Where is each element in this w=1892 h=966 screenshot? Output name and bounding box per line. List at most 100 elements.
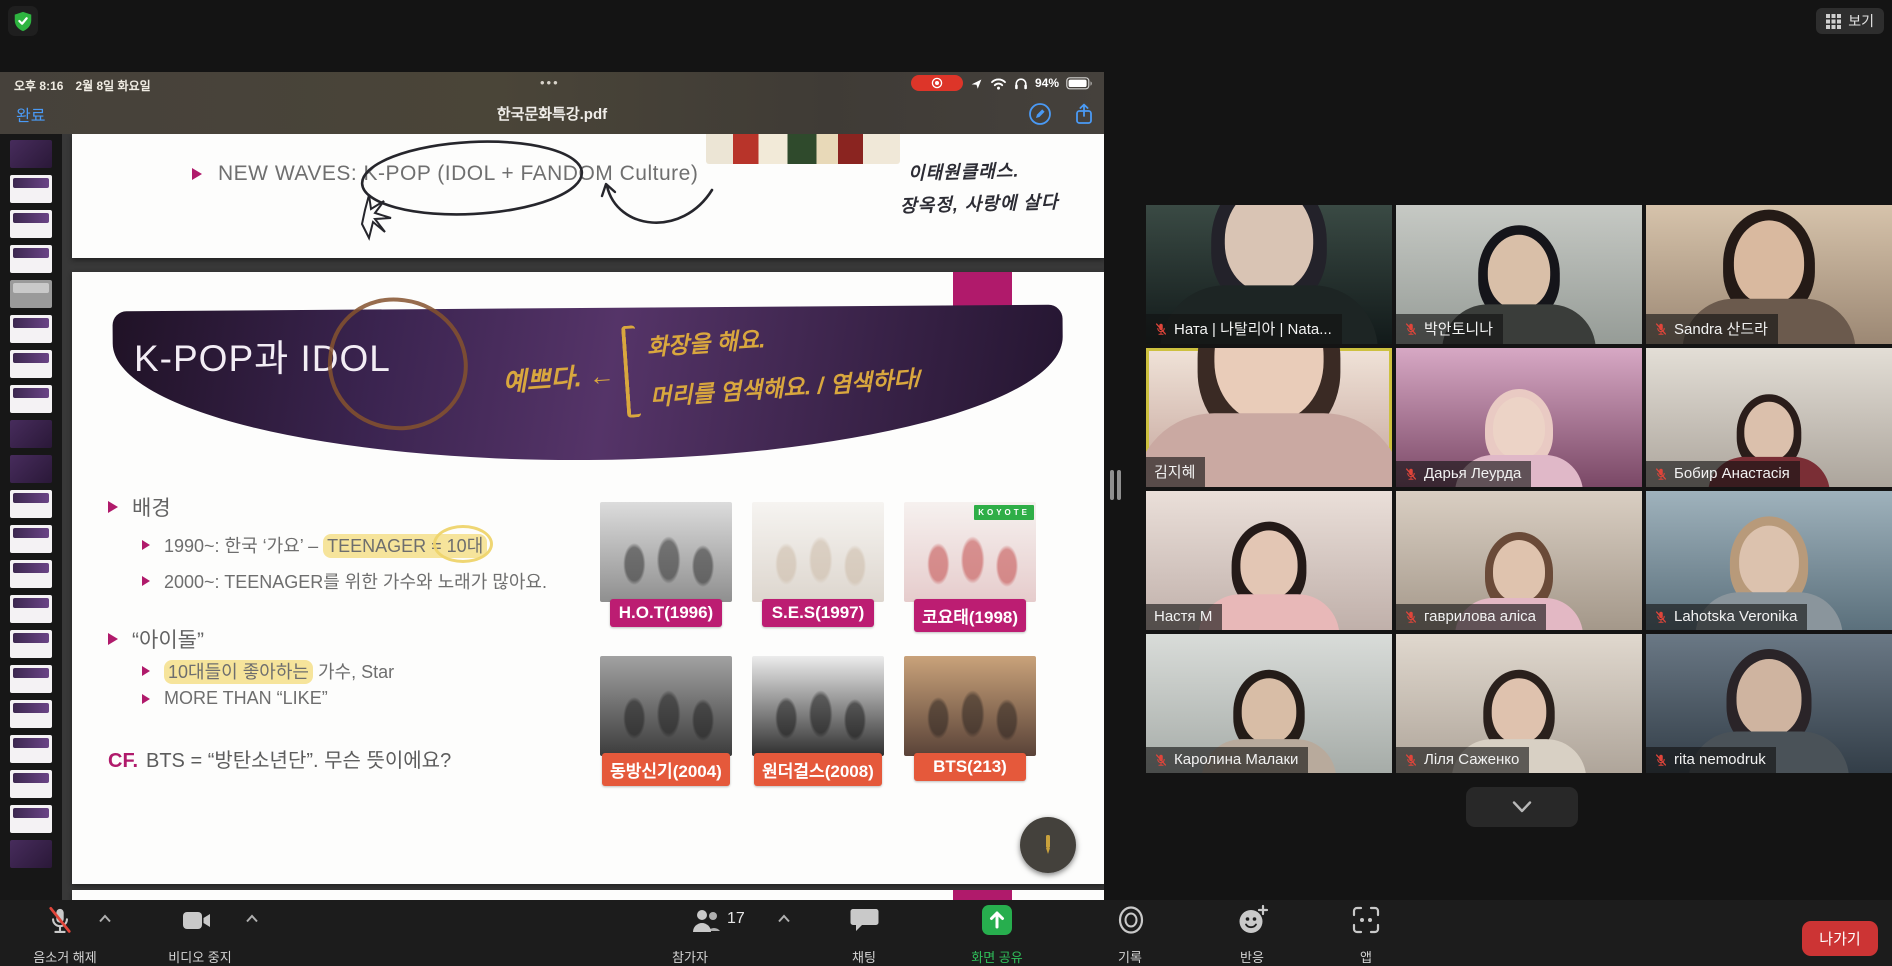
participant-name-badge: Настя M	[1146, 604, 1223, 630]
slide-thumbnail	[10, 140, 52, 168]
participant-video-tile[interactable]: Ната | 나탈리아 | Nata...	[1146, 205, 1392, 344]
participants-label[interactable]: 참가자	[620, 947, 760, 966]
participant-name: гаврилова аліса	[1424, 608, 1537, 625]
record-label[interactable]: 기록	[1060, 947, 1200, 966]
silhouette-head	[1240, 530, 1298, 599]
album-photo: KOYOTE	[904, 502, 1036, 602]
participants-caret[interactable]	[777, 914, 791, 923]
slide-thumbnail	[10, 315, 52, 343]
share-screen-label[interactable]: 화면 공유	[927, 947, 1067, 966]
silhouette-head	[1487, 234, 1551, 310]
reactions-icon[interactable]	[1238, 904, 1270, 936]
participant-video-tile[interactable]: rita nemodruk	[1646, 634, 1892, 773]
album-bts: BTS(213)	[904, 656, 1036, 786]
battery-percentage: 94%	[1034, 76, 1059, 90]
album-grid: H.O.T(1996) S.E.S(1997) KOYOTE 코요태(1998)	[600, 502, 1036, 786]
participant-name: 박안토니나	[1424, 321, 1494, 338]
status-icons: 94%	[910, 75, 1094, 91]
participant-video-tile[interactable]: 김지혜	[1146, 348, 1392, 487]
participants-icon[interactable]	[690, 906, 722, 936]
album-label: 코요태(1998)	[913, 599, 1027, 632]
silhouette-head	[1491, 678, 1547, 744]
slide-thumbnail	[10, 560, 52, 588]
chat-label[interactable]: 채팅	[794, 947, 934, 966]
unmute-label[interactable]: 음소거 해제	[0, 947, 135, 966]
album-label: 원더걸스(2008)	[754, 753, 882, 786]
bullet-arrow-icon	[108, 501, 118, 513]
participant-name-badge: rita nemodruk	[1646, 747, 1776, 773]
silhouette-head	[1736, 659, 1802, 737]
wifi-icon	[991, 78, 1006, 90]
battery-icon	[1066, 76, 1092, 89]
shared-screen-region: 오후 8:16 2월 8일 화요일 ••• 94% 완료 한국문화특강.pdf …	[0, 72, 1104, 900]
shield-check-icon	[14, 11, 32, 32]
muted-mic-icon	[1655, 753, 1667, 766]
stop-video-icon[interactable]	[182, 910, 212, 931]
slide-thumbnail	[10, 245, 52, 273]
more-participants-button[interactable]	[1466, 787, 1578, 827]
muted-mic-icon	[1155, 322, 1167, 335]
panel-drag-handle[interactable]	[1110, 470, 1121, 500]
pdf-page-area: NEW WAVES: K-POP (IDOL + FANDOM Culture)…	[72, 134, 1104, 900]
participant-video-tile[interactable]: Lahotska Veronika	[1646, 491, 1892, 630]
silhouette-head	[1224, 205, 1314, 293]
highlighted-text: 10대들이 좋아하는	[164, 660, 313, 684]
muted-mic-icon	[1655, 322, 1667, 335]
stop-video-label[interactable]: 비디오 중지	[130, 947, 270, 966]
slide-thumbnail	[10, 665, 52, 693]
security-shield-icon[interactable]	[8, 6, 38, 36]
koyote-banner: KOYOTE	[974, 505, 1034, 520]
apps-label[interactable]: 앱	[1296, 947, 1436, 966]
location-icon	[971, 78, 982, 89]
slide-thumbnail	[10, 210, 52, 238]
record-icon[interactable]	[1116, 905, 1146, 935]
status-menu-dots: •••	[540, 75, 560, 90]
leave-meeting-button[interactable]: 나가기	[1802, 921, 1878, 956]
participant-name: Sandra 산드라	[1674, 321, 1768, 338]
pdf-title-bar: 완료 한국문화특강.pdf	[0, 94, 1104, 134]
participant-video-tile[interactable]: Дарья Леурда	[1396, 348, 1642, 487]
participant-name-badge: Ліля Саженко	[1396, 747, 1530, 773]
slide-thumbnail	[10, 735, 52, 763]
zoom-toolbar: 음소거 해제 비디오 중지 17 참가자 채팅 화면 공유 기록 반응 앱 나가…	[0, 900, 1892, 966]
bullet-arrow-icon	[108, 633, 118, 645]
participant-name-badge: гаврилова аліса	[1396, 604, 1547, 630]
slide-thumbnail	[10, 700, 52, 728]
silhouette-head	[1739, 525, 1799, 597]
participant-video-tile[interactable]: Каролина Малаки	[1146, 634, 1392, 773]
bullet-text: “아이돌”	[132, 629, 204, 652]
unmute-mic-icon[interactable]	[46, 906, 74, 936]
slide-next-fragment	[72, 890, 1104, 900]
chat-icon[interactable]	[850, 907, 879, 935]
slide-thumbnail-rail	[0, 134, 62, 900]
cf-text: CF. BTS = “방탄소년단”. 무슨 뜻이에요?	[108, 750, 452, 772]
apps-icon[interactable]	[1352, 906, 1380, 934]
bullet-text: 2000~: TEENAGER를 위한 가수와 노래가 많아요.	[164, 572, 547, 592]
bullet-text: 10대들이 좋아하는 가수, Star	[164, 658, 394, 684]
participant-video-tile[interactable]: Sandra 산드라	[1646, 205, 1892, 344]
bullet-heading-2: “아이돌”	[108, 624, 204, 654]
participant-video-tile[interactable]: гаврилова аліса	[1396, 491, 1642, 630]
bullet-arrow-icon	[192, 168, 202, 180]
bullet-text: MORE THAN “LIKE”	[164, 688, 328, 708]
chevron-down-icon	[1512, 801, 1532, 813]
slide-main: K-POP과 IDOL 예쁘다. ← 화장을 해요. 머리를 염색해요. / 염…	[72, 272, 1104, 884]
screen-recording-pill	[910, 75, 963, 91]
view-button[interactable]: 보기	[1816, 8, 1884, 34]
share-screen-icon[interactable]	[981, 904, 1013, 936]
slide-thumbnail	[10, 595, 52, 623]
pdf-viewer-body: NEW WAVES: K-POP (IDOL + FANDOM Culture)…	[0, 134, 1104, 900]
participant-name-badge: Бобир Анастасія	[1646, 461, 1800, 487]
silhouette-head	[1493, 540, 1545, 602]
participant-video-tile[interactable]: Настя M	[1146, 491, 1392, 630]
participant-video-tile[interactable]: Ліля Саженко	[1396, 634, 1642, 773]
handwriting-line-2: 장옥정, 사랑에 살다	[899, 191, 1059, 217]
video-options-caret[interactable]	[245, 914, 259, 923]
silhouette-head	[1744, 401, 1794, 461]
status-time: 오후 8:16	[14, 79, 64, 93]
participant-name-badge: Ната | 나탈리아 | Nata...	[1146, 314, 1342, 344]
mic-options-caret[interactable]	[98, 914, 112, 923]
participant-video-tile[interactable]: Бобир Анастасія	[1646, 348, 1892, 487]
album-koyote: KOYOTE 코요태(1998)	[904, 502, 1036, 632]
participant-video-tile[interactable]: 박안토니나	[1396, 205, 1642, 344]
